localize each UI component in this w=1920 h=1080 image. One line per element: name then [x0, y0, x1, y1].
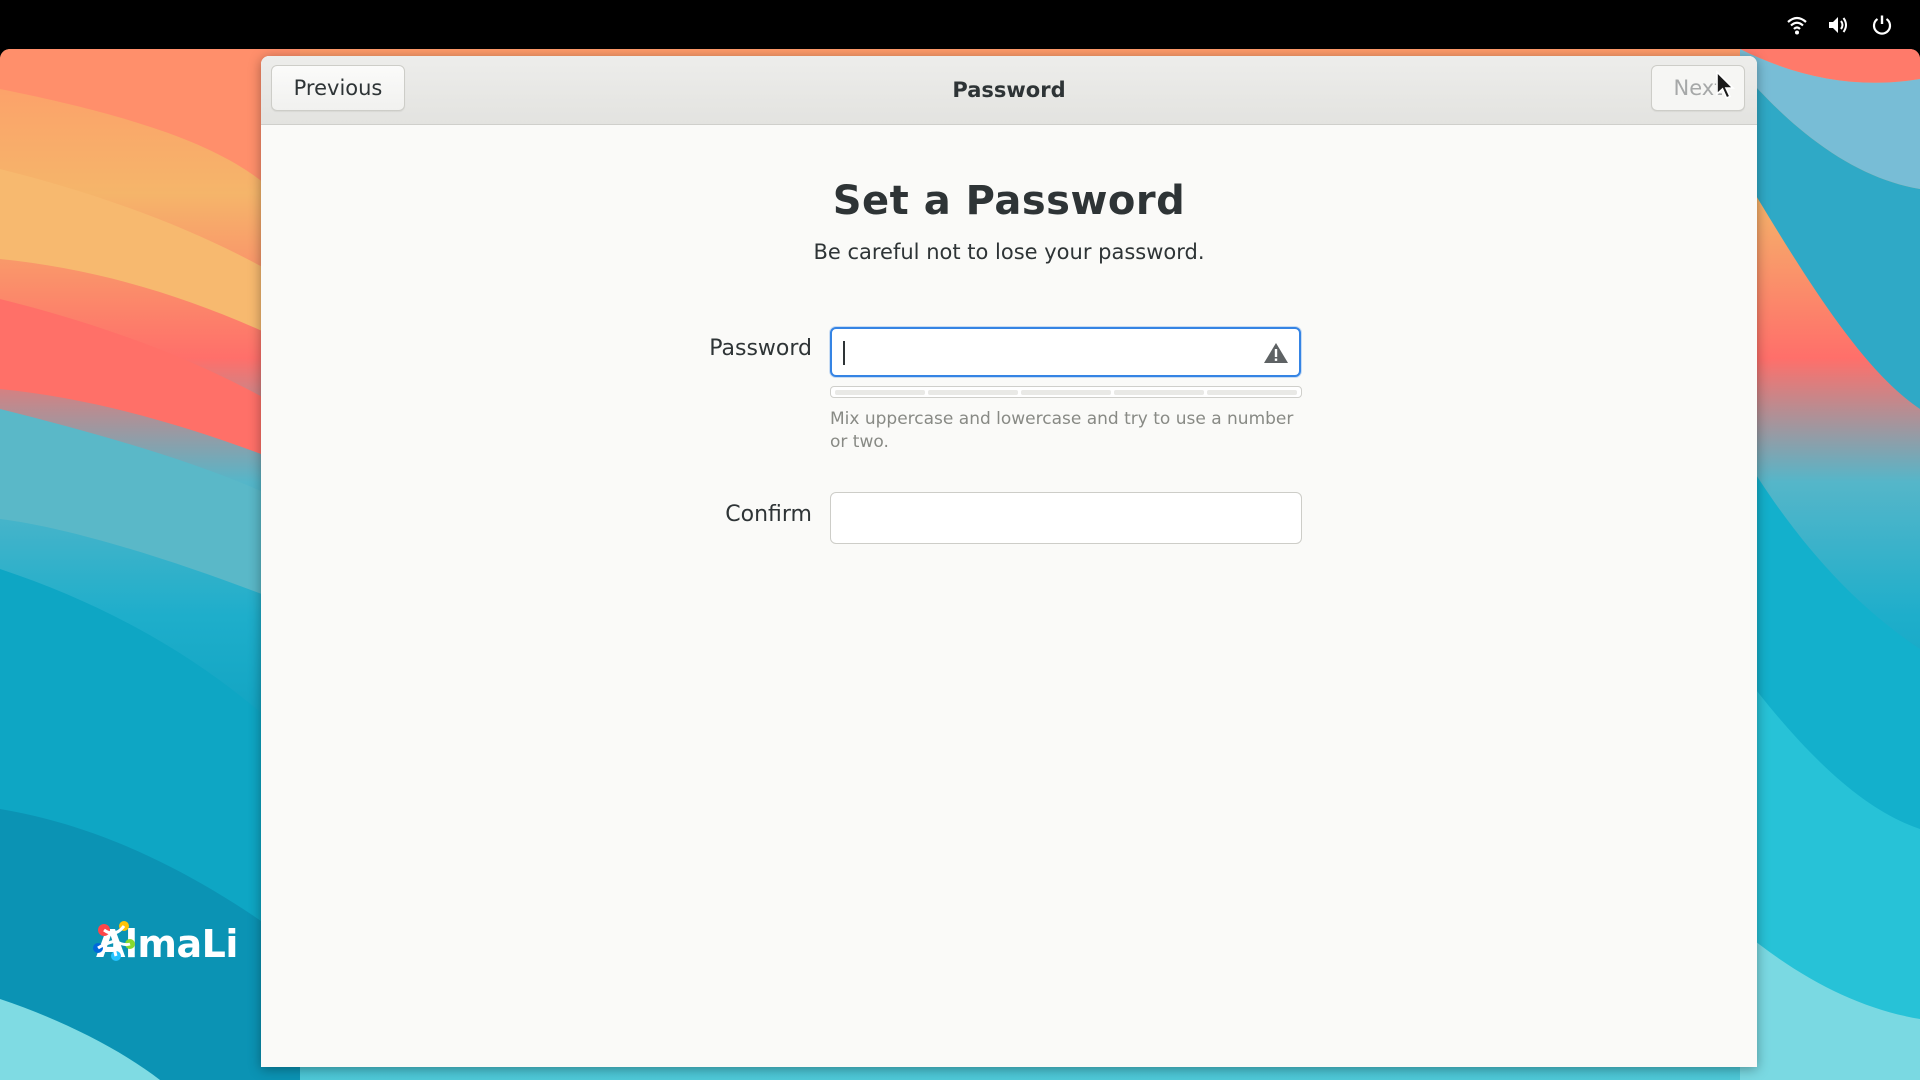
volume-icon[interactable] [1827, 14, 1849, 36]
warning-icon [1264, 343, 1288, 363]
mouse-pointer-icon [1716, 70, 1735, 100]
page-subtitle: Be careful not to lose your password. [813, 240, 1205, 264]
setup-window: Password Previous Next Set a Password Be… [261, 56, 1757, 1067]
wifi-icon[interactable] [1786, 14, 1808, 36]
confirm-password-field[interactable] [830, 492, 1302, 544]
previous-button[interactable]: Previous [271, 65, 405, 111]
page-heading: Set a Password [832, 178, 1186, 224]
strength-segment [928, 390, 1018, 395]
almalinux-logo: AlmaLi [90, 916, 238, 972]
strength-segment [1207, 390, 1297, 395]
password-hint: Mix uppercase and lowercase and try to u… [830, 409, 1294, 452]
almalinux-logo-icon [93, 921, 135, 961]
password-strength-bar [830, 386, 1302, 398]
password-label: Password [709, 336, 812, 361]
top-bar [0, 0, 1920, 49]
strength-segment [1021, 390, 1111, 395]
strength-segment [1114, 390, 1204, 395]
strength-segment [835, 390, 925, 395]
password-field[interactable] [830, 327, 1301, 377]
text-caret [843, 341, 845, 365]
header-bar: Password Previous Next [261, 56, 1757, 125]
power-icon[interactable] [1871, 14, 1893, 36]
confirm-label: Confirm [725, 502, 812, 527]
window-title: Password [952, 78, 1066, 102]
